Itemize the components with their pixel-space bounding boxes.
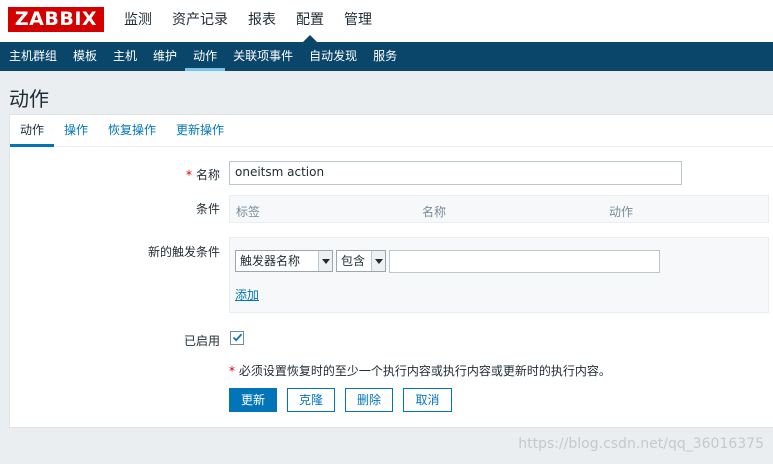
add-condition-link[interactable]: 添加 [235,286,259,303]
new-condition-label: 新的触发条件 [147,245,220,259]
menu-reports[interactable]: 报表 [238,0,286,42]
conditions-header-name: 名称 [422,205,447,219]
condition-operator-select[interactable]: 包含 [336,250,386,272]
chevron-down-icon [318,251,332,271]
main-menu: 监测 资产记录 报表 配置 管理 [114,0,382,42]
conditions-label: 条件 [195,202,220,216]
tab-recovery-operations[interactable]: 恢复操作 [98,115,166,146]
enabled-label: 已启用 [183,334,220,348]
submenu-services[interactable]: 服务 [365,42,405,71]
page-title: 动作 [9,87,49,111]
submenu-event-correlation[interactable]: 关联项事件 [225,42,301,71]
menu-monitoring[interactable]: 监测 [114,0,162,42]
condition-operator-value: 包含 [341,254,366,268]
menu-configuration[interactable]: 配置 [286,0,334,42]
conditions-table: 标签 名称 动作 [229,195,769,223]
condition-type-value: 触发器名称 [240,254,301,268]
sub-menu: 主机群组 模板 主机 维护 动作 关联项事件 自动发现 服务 [0,42,773,71]
submenu-discovery[interactable]: 自动发现 [301,42,365,71]
top-header: ZABBIX 监测 资产记录 报表 配置 管理 [0,0,773,42]
clone-button[interactable]: 克隆 [287,388,335,412]
cancel-button[interactable]: 取消 [403,388,452,412]
form-tabs: 动作 操作 恢复操作 更新操作 [10,115,773,147]
name-label: * 名称 [120,166,220,183]
delete-button[interactable]: 删除 [345,388,393,412]
condition-type-select[interactable]: 触发器名称 [235,250,333,272]
chevron-down-icon [371,251,385,271]
tab-operations[interactable]: 操作 [54,115,98,146]
note-text: 必须设置恢复时的至少一个执行内容或执行内容或更新时的执行内容。 [238,364,611,378]
name-input[interactable]: oneitsm action [229,161,682,185]
submenu-actions[interactable]: 动作 [185,42,226,71]
conditions-header-action: 动作 [609,205,634,219]
name-label-text: 名称 [195,168,220,182]
submenu-templates[interactable]: 模板 [65,42,105,71]
tab-update-operations[interactable]: 更新操作 [166,115,234,146]
conditions-header-label: 标签 [236,205,261,219]
enabled-checkbox[interactable] [230,331,244,345]
submenu-hosts[interactable]: 主机 [105,42,145,71]
menu-inventory[interactable]: 资产记录 [162,0,238,42]
checkmark-icon [232,333,243,342]
zabbix-logo[interactable]: ZABBIX [8,7,104,32]
new-condition-box: 触发器名称 包含 添加 [229,237,769,313]
submenu-maintenance[interactable]: 维护 [145,42,185,71]
menu-administration[interactable]: 管理 [334,0,382,42]
watermark-text: https://blog.csdn.net/qq_36016375 [518,436,764,452]
action-form-panel: 动作 操作 恢复操作 更新操作 * 名称 oneitsm action 条件 标签… [9,114,773,428]
required-note: * 必须设置恢复时的至少一个执行内容或执行内容或更新时的执行内容。 [229,362,611,379]
condition-value-input[interactable] [389,250,660,273]
required-mark: * [185,168,192,182]
submenu-host-groups[interactable]: 主机群组 [0,42,65,71]
tab-action[interactable]: 动作 [10,115,55,147]
note-mark: * [229,364,235,378]
update-button[interactable]: 更新 [229,388,277,412]
